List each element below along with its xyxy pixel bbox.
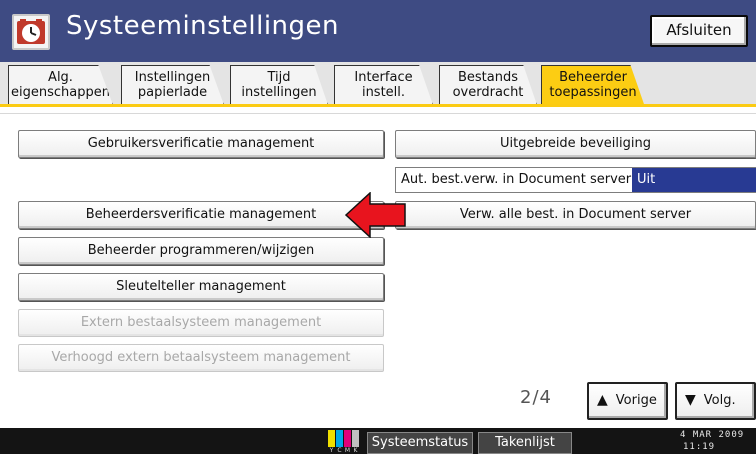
tab-paper-tray-settings[interactable]: Instellingen papierlade — [121, 65, 224, 105]
auto-delete-file-label: Aut. best.verw. in Document server — [401, 172, 632, 187]
tab-label-line2: papierlade — [137, 85, 208, 100]
user-authentication-management-button[interactable]: Gebruikersverificatie management — [18, 130, 384, 158]
tab-label-line1: Interface — [354, 70, 413, 85]
tab-administrator-tools[interactable]: Beheerder toepassingen — [541, 65, 645, 107]
system-status-button[interactable]: Systeemstatus — [367, 432, 473, 454]
key-counter-management-button[interactable]: Sleutelteller management — [18, 273, 384, 301]
tab-label-line2: instell. — [361, 85, 406, 100]
job-list-button[interactable]: Takenlijst — [478, 432, 572, 454]
toner-yellow-bar — [328, 430, 335, 447]
enhanced-external-charge-unit-management-button: Verhoogd extern betaalsysteem management — [18, 344, 384, 372]
auto-delete-file-value: Uit — [632, 168, 756, 192]
tab-label-line1: Beheerder — [559, 70, 627, 85]
date-time-display: 4 MAR 2009 11:19 — [680, 429, 744, 453]
tab-label-line1: Alg. — [48, 70, 73, 85]
tab-time-settings[interactable]: Tijd instellingen — [230, 65, 328, 105]
toner-magenta-bar — [344, 430, 351, 447]
tab-label-line2: instellingen — [241, 85, 317, 100]
red-arrow-annotation — [345, 192, 406, 238]
tab-label-line1: Tijd — [267, 70, 291, 85]
toner-label-c: C — [337, 447, 342, 454]
tab-label-line1: Instellingen — [134, 70, 211, 85]
previous-label: Vorige — [615, 393, 657, 408]
delete-all-files-button[interactable]: Verw. alle best. in Document server — [395, 201, 756, 229]
tab-bar: Alg. eigenschappen Instellingen papierla… — [0, 62, 756, 107]
next-label: Volg. — [703, 393, 736, 408]
exit-button[interactable]: Afsluiten — [650, 15, 748, 47]
down-triangle-icon: ▼ — [685, 392, 696, 408]
external-charge-unit-management-button: Extern bestaalsysteem management — [18, 309, 384, 337]
toner-level-icon: Y C M K — [328, 430, 360, 454]
tab-label-line2: toepassingen — [549, 85, 637, 100]
tab-general-properties[interactable]: Alg. eigenschappen — [8, 65, 113, 105]
auto-delete-file-setting[interactable]: Aut. best.verw. in Document server Uit — [395, 167, 756, 193]
delete-all-files-label: Verw. alle best. in Document server — [459, 207, 692, 222]
toner-cyan-bar — [336, 430, 343, 447]
tab-label-line2: eigenschappen — [11, 85, 110, 100]
title-bar: Systeeminstellingen Afsluiten — [0, 0, 756, 62]
toner-label-y: Y — [329, 447, 334, 454]
date-text: 4 MAR 2009 — [680, 430, 745, 440]
extended-security-button[interactable]: Uitgebreide beveiliging — [395, 130, 756, 158]
toner-label-m: M — [344, 447, 351, 454]
up-triangle-icon: ▲ — [597, 392, 608, 408]
time-text: 11:19 — [683, 442, 716, 452]
settings-clock-icon — [12, 14, 50, 50]
page-indicator: 2/4 — [520, 387, 552, 408]
divider — [0, 113, 756, 114]
tab-label-line1: Bestands — [457, 70, 519, 85]
tab-interface-settings[interactable]: Interface instell. — [334, 65, 433, 105]
next-page-button[interactable]: ▼ Volg. — [675, 382, 756, 420]
tab-label-line2: overdracht — [452, 85, 524, 100]
toner-black-bar — [352, 430, 359, 447]
previous-page-button[interactable]: ▲ Vorige — [587, 382, 668, 420]
administrator-authentication-management-button[interactable]: Beheerdersverificatie management — [18, 201, 384, 229]
tab-file-transfer[interactable]: Bestands overdracht — [439, 65, 537, 105]
toner-label-k: K — [353, 447, 358, 454]
page-title: Systeeminstellingen — [66, 11, 340, 41]
administrator-program-change-button[interactable]: Beheerder programmeren/wijzigen — [18, 237, 384, 265]
